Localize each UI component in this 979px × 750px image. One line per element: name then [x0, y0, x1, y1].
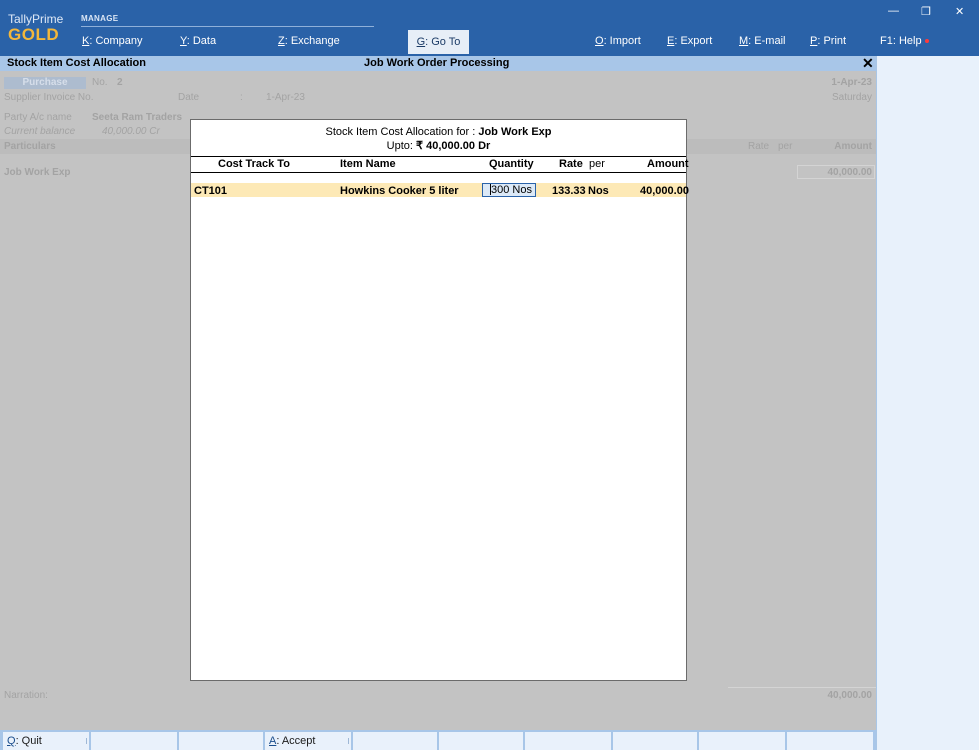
accept-button[interactable]: A: Accept — [265, 732, 351, 750]
row-item-name[interactable]: Howkins Cooker 5 liter — [340, 185, 459, 197]
cost-allocation-dialog: Stock Item Cost Allocation for : Job Wor… — [190, 119, 689, 681]
menu-help[interactable]: F1: Help — [880, 35, 929, 47]
empty-button-7[interactable] — [525, 732, 611, 750]
voucher-day: Saturday — [831, 92, 872, 103]
col-quantity: Quantity — [489, 158, 534, 170]
allocation-upto: Upto: ₹ 40,000.00 Dr — [386, 140, 491, 152]
party-value: Seeta Ram Traders — [92, 112, 183, 123]
current-balance-value: 40,000.00 Cr — [102, 126, 160, 137]
menu-goto[interactable]: G: Go To — [408, 30, 469, 54]
invoice-date-colon: : — [240, 92, 243, 103]
col-rate: Rate — [559, 158, 583, 170]
minimize-icon[interactable]: — — [888, 5, 899, 17]
voucher-mode-title: Job Work Order Processing — [364, 57, 510, 69]
col-item-name: Item Name — [340, 158, 396, 170]
empty-button-5[interactable] — [353, 732, 437, 750]
row-per[interactable]: Nos — [588, 185, 609, 197]
col-per: per — [589, 158, 605, 170]
voucher-no-label: No. — [92, 77, 108, 88]
voucher-date: 1-Apr-23 — [831, 77, 872, 88]
bottom-button-bar: Q: Quit A: Accept — [0, 730, 876, 750]
window-close-icon[interactable]: ✕ — [955, 5, 964, 18]
row-rate[interactable]: 133.33 — [552, 185, 586, 197]
empty-button-8[interactable] — [613, 732, 697, 750]
voucher-no-value: 2 — [117, 77, 123, 88]
close-icon[interactable]: ✕ — [862, 56, 874, 71]
menu-data[interactable]: Y: Data — [180, 35, 216, 47]
invoice-date-value: 1-Apr-23 — [266, 92, 305, 103]
empty-button-9[interactable] — [699, 732, 785, 750]
allocation-heading: Stock Item Cost Allocation for : Job Wor… — [325, 126, 552, 138]
party-label: Party A/c name — [4, 112, 72, 123]
total-field: 40,000.00 — [728, 687, 876, 701]
screen-title: Stock Item Cost Allocation — [7, 57, 146, 69]
ledger-amount: 40,000.00 — [827, 167, 873, 178]
voucher-type-badge: Purchase — [4, 77, 86, 89]
row-cost-track[interactable]: CT101 — [194, 185, 227, 197]
current-balance-label: Current balance — [4, 126, 76, 137]
quantity-input[interactable]: 300 Nos — [482, 183, 536, 197]
header-bottom-rule — [191, 172, 686, 173]
menu-import[interactable]: O: Import — [595, 35, 641, 47]
manage-divider — [81, 26, 374, 27]
per-label: per — [778, 141, 793, 152]
empty-button-10[interactable] — [787, 732, 873, 750]
brand-name: TallyPrime — [8, 12, 64, 26]
header-top-rule — [191, 156, 686, 157]
supplier-invoice-label: Supplier Invoice No. — [4, 92, 94, 103]
menu-email[interactable]: M: E-mail — [739, 35, 785, 47]
menu-export[interactable]: E: Export — [667, 35, 712, 47]
menu-company[interactable]: K: Company — [82, 35, 143, 47]
empty-button-6[interactable] — [439, 732, 523, 750]
manage-section-label: MANAGE — [81, 14, 119, 23]
voucher-total: 40,000.00 — [827, 690, 873, 701]
empty-button-2[interactable] — [91, 732, 177, 750]
invoice-date-label: Date — [178, 92, 200, 103]
amount-label: Amount — [834, 141, 872, 152]
screen-title-bar: Stock Item Cost Allocation Job Work Orde… — [0, 56, 876, 71]
menu-exchange[interactable]: Z: Exchange — [278, 35, 340, 47]
notification-dot-icon — [924, 39, 929, 44]
restore-icon[interactable]: ❐ — [921, 5, 931, 18]
allocation-item: Job Work Exp — [478, 126, 552, 138]
ledger-amount-field: 40,000.00 — [797, 165, 875, 179]
empty-button-3[interactable] — [179, 732, 263, 750]
menu-print[interactable]: P: Print — [810, 35, 846, 47]
rate-label: Rate — [748, 141, 770, 152]
particulars-label: Particulars — [4, 141, 56, 152]
col-cost-track: Cost Track To — [218, 158, 290, 170]
narration-label: Narration: — [4, 690, 48, 701]
quit-button[interactable]: Q: Quit — [3, 732, 89, 750]
top-menu-bar: TallyPrime GOLD MANAGE K: Company Y: Dat… — [0, 0, 979, 56]
ledger-name: Job Work Exp — [4, 167, 71, 178]
allocation-upto-value: ₹ 40,000.00 Dr — [416, 140, 491, 152]
right-button-panel — [876, 56, 979, 750]
brand-edition: GOLD — [8, 25, 60, 44]
col-amount: Amount — [647, 158, 689, 170]
row-amount[interactable]: 40,000.00 — [640, 185, 689, 197]
